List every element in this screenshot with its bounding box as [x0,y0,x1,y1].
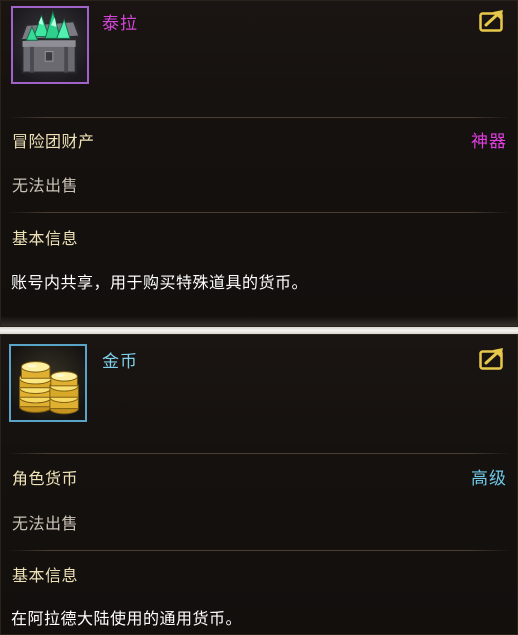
item-rarity: 神器 [471,132,507,152]
trade-status: 无法出售 [12,176,79,195]
section-title: 基本信息 [12,229,79,248]
panel-edge [1,316,517,326]
item-description: 在阿拉德大陆使用的通用货币。 [11,609,243,628]
item-tooltip-tera: 泰拉 冒险团财产 神器 无法出售 基本信息 账号内共享，用于购买特殊道具的货币。 [0,0,518,327]
item-name: 金币 [102,352,138,372]
export-icon[interactable] [479,348,505,370]
gold-coins-icon [9,344,87,422]
item-rarity: 高级 [471,469,507,489]
panel-separator [0,327,518,334]
section-title: 基本信息 [12,566,79,585]
item-name: 泰拉 [102,14,138,34]
tera-chest-icon [11,6,89,84]
divider [7,212,511,213]
item-tooltip-gold: 金币 角色货币 高级 无法出售 基本信息 在阿拉德大陆使用的通用货币。 [0,334,518,635]
divider [7,550,511,551]
item-category: 角色货币 [12,469,79,488]
export-icon[interactable] [479,10,505,32]
item-category: 冒险团财产 [12,132,95,151]
divider [7,117,511,118]
item-description: 账号内共享，用于购买特殊道具的货币。 [11,273,309,292]
trade-status: 无法出售 [12,514,79,533]
divider [7,453,511,454]
